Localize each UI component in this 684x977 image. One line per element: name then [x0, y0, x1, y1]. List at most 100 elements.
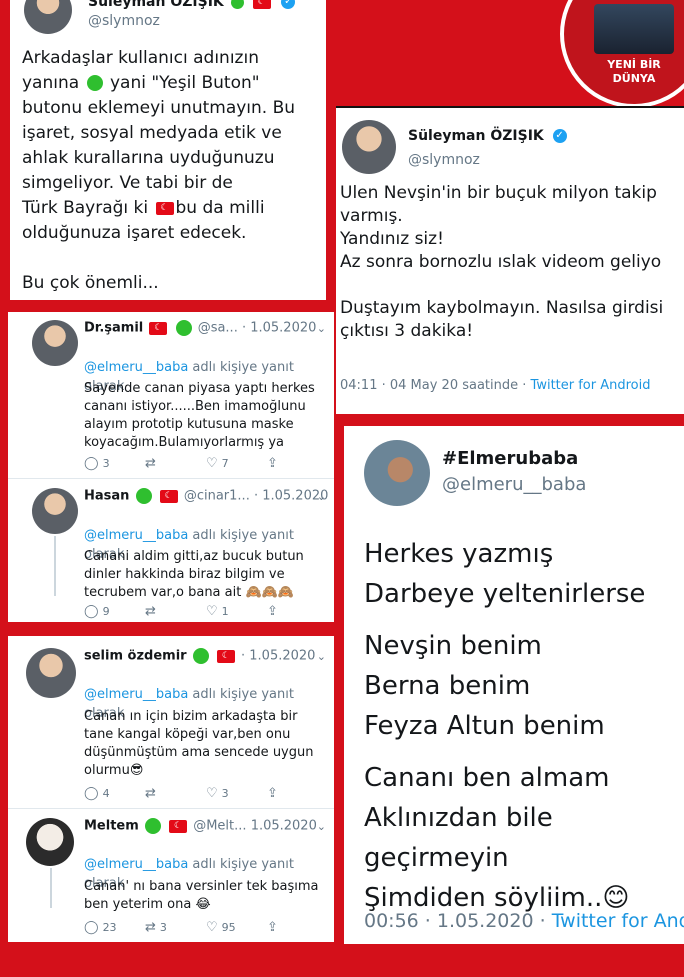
author-handle[interactable]: @elmeru__baba	[442, 474, 586, 495]
tweet-text: Arkadaşlar kullanıcı adınızın yanına yan…	[22, 46, 322, 296]
reply-actions: ◯ 23 ⇄ 3 ♡ 95 ⇪	[84, 920, 328, 935]
divider	[8, 478, 334, 479]
reply-count: 3	[102, 457, 110, 470]
reply-button[interactable]: ◯ 23	[84, 920, 145, 935]
tweet-card-secondary: Süleyman ÖZIŞIK ✓ @slymnoz Ulen Nevşin'i…	[336, 106, 684, 414]
author-handle[interactable]: @slymnoz	[408, 152, 480, 168]
share-icon: ⇪	[267, 456, 278, 471]
like-count: 1	[221, 605, 229, 618]
heart-icon: ♡	[206, 604, 218, 619]
avatar[interactable]	[32, 320, 78, 366]
source-link[interactable]: Twitter for Android	[531, 378, 651, 393]
reply-button[interactable]: ◯ 4	[84, 786, 145, 801]
timestamp-text: 00:56 · 1.05.2020 ·	[364, 910, 552, 932]
like-count: 3	[221, 787, 229, 800]
avatar[interactable]	[364, 440, 430, 506]
turkish-flag-icon: ☾	[149, 321, 168, 335]
like-button[interactable]: ♡ 3	[206, 786, 267, 801]
text-line	[22, 246, 322, 271]
share-button[interactable]: ⇪	[267, 786, 328, 801]
reply-header: Meltem ☾ @Melt... 1.05.2020	[84, 818, 317, 834]
author-name[interactable]: Süleyman ÖZIŞIK ☾ ✓	[88, 0, 296, 10]
turkish-flag-icon: ☾	[252, 0, 271, 9]
retweet-button[interactable]: ⇄	[145, 786, 206, 801]
like-button[interactable]: ♡ 7	[206, 456, 267, 471]
share-button[interactable]: ⇪	[267, 920, 328, 935]
avatar[interactable]	[342, 120, 396, 174]
retweet-button[interactable]: ⇄ 3	[145, 920, 206, 935]
avatar[interactable]	[26, 818, 74, 866]
text-line: Herkes yazmış	[364, 539, 554, 569]
text-line: Berna benim	[364, 671, 531, 701]
author-name-text: Süleyman ÖZIŞIK	[88, 0, 224, 10]
retweet-icon: ⇄	[145, 786, 156, 801]
avatar[interactable]	[26, 648, 76, 698]
text-line	[364, 614, 684, 626]
text-line: olduğunuza işaret edecek.	[22, 223, 247, 243]
share-button[interactable]: ⇪	[267, 456, 328, 471]
turkish-flag-icon: ☾	[155, 201, 174, 215]
thread-line	[50, 868, 52, 908]
reply-author-name[interactable]: selim özdemir	[84, 649, 187, 664]
reply-author-name[interactable]: Meltem	[84, 819, 139, 834]
avatar[interactable]	[24, 0, 72, 34]
text-line: Arkadaşlar kullanıcı adınızın	[22, 48, 259, 68]
reply-date: 1.05.2020	[250, 818, 317, 834]
reply-actions: ◯ 4 ⇄ ♡ 3 ⇪	[84, 786, 328, 801]
reply-author-handle[interactable]: @Melt...	[193, 819, 246, 834]
reply-actions: ◯ 9 ⇄ ♡ 1 ⇪	[84, 604, 328, 619]
author-name[interactable]: #Elmerubaba	[442, 448, 578, 469]
reply-author-name[interactable]: Dr.şamil	[84, 321, 143, 336]
turkish-flag-icon: ☾	[169, 819, 188, 833]
share-button[interactable]: ⇪	[267, 604, 328, 619]
reply-count: 4	[102, 787, 110, 800]
yeni-bir-dunya-logo: YENİ BİR DÜNYA	[560, 0, 684, 108]
text-line: Bu çok önemli...	[22, 273, 159, 293]
replies-card-b: selim özdemir ☾ · 1.05.2020 ⌄ @elmeru__b…	[8, 636, 334, 942]
retweet-button[interactable]: ⇄	[145, 456, 206, 471]
text-part: yanına	[22, 73, 85, 93]
reply-icon: ◯	[84, 786, 99, 801]
reply-text: Sayende canan piyasa yaptı herkes cananı…	[84, 381, 315, 450]
author-name-text: Süleyman ÖZIŞIK	[408, 128, 544, 144]
share-icon: ⇪	[267, 786, 278, 801]
text-line: simgeliyor. Ve tabi bir de	[22, 173, 233, 193]
reply-count: 9	[102, 605, 110, 618]
text-line: Darbeye yeltenirlerse	[364, 579, 646, 609]
reply-author-handle[interactable]: @cinar1...	[184, 489, 250, 504]
reply-icon: ◯	[84, 456, 99, 471]
thread-line	[54, 536, 56, 596]
source-link[interactable]: Twitter for And	[552, 910, 684, 932]
text-part: bu da milli	[175, 198, 265, 218]
logo-photo	[594, 4, 674, 54]
like-button[interactable]: ♡ 1	[206, 604, 267, 619]
retweet-icon: ⇄	[145, 920, 156, 935]
like-button[interactable]: ♡ 95	[206, 920, 267, 935]
reply-button[interactable]: ◯ 9	[84, 604, 145, 619]
timestamp-text: 04:11 · 04 May 20 saatinde ·	[340, 378, 531, 393]
reply-to-link[interactable]: @elmeru__baba	[84, 857, 188, 872]
reply-button[interactable]: ◯ 3	[84, 456, 145, 471]
reply-icon: ◯	[84, 920, 99, 935]
reply-icon: ◯	[84, 604, 99, 619]
tweet-card-elmerubaba: #Elmerubaba @elmeru__baba Herkes yazmış …	[344, 426, 684, 944]
chevron-down-icon[interactable]: ⌄	[317, 820, 326, 833]
retweet-button[interactable]: ⇄	[145, 604, 206, 619]
chevron-down-icon[interactable]: ⌄	[317, 650, 326, 663]
author-handle[interactable]: @slymnoz	[88, 13, 160, 29]
chevron-down-icon[interactable]: ⌄	[317, 322, 326, 335]
reply-author-name[interactable]: Hasan	[84, 489, 129, 504]
reply-to-link[interactable]: @elmeru__baba	[84, 687, 188, 702]
author-name[interactable]: Süleyman ÖZIŞIK ✓	[408, 128, 567, 144]
heart-icon: ♡	[206, 456, 218, 471]
heart-icon: ♡	[206, 920, 218, 935]
avatar[interactable]	[32, 488, 78, 534]
reply-header: Hasan ☾ @cinar1... · 1.05.2020	[84, 488, 328, 504]
verified-badge-icon: ✓	[281, 0, 296, 9]
reply-author-handle[interactable]: @sa...	[198, 321, 238, 336]
text-line: Feyza Altun benim	[364, 711, 605, 741]
reply-to-link[interactable]: @elmeru__baba	[84, 528, 188, 543]
reply-to-link[interactable]: @elmeru__baba	[84, 360, 188, 375]
chevron-down-icon[interactable]: ⌄	[317, 490, 326, 503]
green-button-icon	[175, 320, 192, 336]
